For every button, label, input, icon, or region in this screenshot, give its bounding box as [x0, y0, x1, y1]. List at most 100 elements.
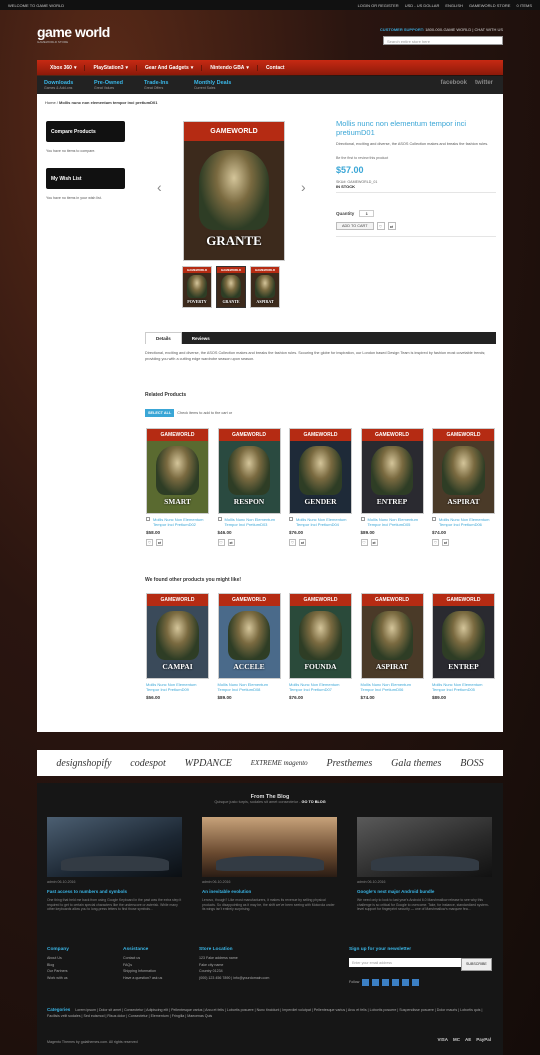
select-all-button[interactable]: SELECT ALL [145, 409, 175, 417]
sidebar: Compare Products You have no items to co… [46, 121, 125, 215]
wishlist-icon[interactable]: ♡ [360, 539, 368, 546]
chevron-down-icon: ▾ [190, 64, 194, 71]
compare-icon[interactable]: ⇄ [299, 539, 306, 546]
blog-post-image[interactable] [47, 817, 182, 877]
compare-icon[interactable]: ⇄ [370, 539, 378, 546]
brand-logo[interactable]: EXTREME magento [251, 759, 308, 767]
store-select[interactable]: GAMEWORLD STORE [469, 3, 511, 8]
facebook-link[interactable]: facebook [441, 80, 467, 86]
product-card[interactable]: GAMEWORLD GENDER Mollis Nunc Non Elementu… [289, 428, 352, 546]
nav-item-nintendo[interactable]: Nintendo GBA ▾ [202, 64, 258, 71]
logo[interactable]: game world GAMEWORLD STORE [37, 24, 110, 44]
product-card[interactable]: GAMEWORLD ASPIRAT Mollis Nunc Non Element… [360, 593, 424, 700]
breadcrumb-current: Mollis nunc non elementum tempor inci pr… [59, 100, 158, 105]
subnav-downloads[interactable]: Downloads Games & Add-ons [42, 80, 92, 90]
social-icon[interactable] [362, 978, 370, 986]
select-checkbox[interactable] [289, 517, 293, 521]
stock-status: IN STOCK [336, 184, 356, 189]
wishlist-icon[interactable]: ♡ [217, 539, 225, 546]
subnav-preowned[interactable]: Pre-Owned Great Values [92, 80, 142, 90]
select-checkbox[interactable] [360, 517, 365, 521]
product-thumbnails: GAMEWORLD POVERTY GAMEWORLD GRANTE GAMEWOR… [182, 266, 280, 308]
currency-select[interactable]: USD - US DOLLAR [405, 3, 440, 8]
quantity-input[interactable]: 1 [359, 210, 375, 217]
breadcrumb-home[interactable]: Home [45, 100, 56, 105]
language-select[interactable]: ENGLISH [445, 3, 463, 8]
login-link[interactable]: LOGIN OR REGISTER [358, 3, 399, 8]
tab-details[interactable]: Details [145, 332, 182, 344]
select-checkbox[interactable] [217, 517, 222, 521]
blog-post-title[interactable]: Fast access to numbers and symbols [47, 889, 182, 894]
chevron-down-icon: ▾ [246, 64, 249, 71]
category-links[interactable]: Lorem ipsum | Dolor sit amet | Consectet… [47, 1008, 482, 1018]
quantity-row: Quantity 1 [336, 210, 496, 217]
product-card[interactable]: GAMEWORLD SMART Mollis Nunc Non Elementum… [146, 428, 209, 546]
prev-image-arrow[interactable]: ‹ [157, 179, 162, 195]
blog-post-title[interactable]: An inevitable evolution [202, 889, 337, 894]
footer-link[interactable]: Have a question? ask us [123, 975, 162, 982]
review-link[interactable]: Be the first to review this product [336, 156, 496, 160]
product-card[interactable]: GAMEWORLD RESPON Mollis Nunc Non Elementu… [217, 428, 281, 546]
compare-title: Compare Products [46, 121, 125, 142]
subnav-tradeins[interactable]: Trade-Ins Great Offers [142, 80, 192, 90]
footer-link[interactable]: Work with us [47, 975, 69, 982]
subscribe-button[interactable]: SUBSCRIBE [461, 958, 492, 971]
paypal-icon: PayPal [476, 1037, 491, 1042]
subnav-monthly[interactable]: Monthly Deals Current Sales [192, 80, 242, 90]
brand-logo[interactable]: Presthemes [327, 758, 373, 769]
social-icon[interactable] [412, 978, 420, 986]
tab-reviews[interactable]: Reviews [182, 332, 220, 344]
blog-post-image[interactable] [202, 817, 337, 877]
cart-link[interactable]: 0 ITEMS [516, 3, 532, 8]
search-input[interactable]: Search entire store here [383, 36, 503, 45]
brand-logo[interactable]: designshopify [56, 758, 111, 769]
product-card[interactable]: GAMEWORLD ACCELE Mollis Nunc Non Elementu… [217, 593, 281, 700]
blog-post-image[interactable] [357, 817, 492, 877]
wishlist-icon[interactable]: ♡ [146, 539, 153, 546]
go-to-blog-link[interactable]: GO TO BLOG [301, 800, 325, 804]
blog-post-title[interactable]: Google's next major Android bundle [357, 889, 492, 894]
nav-item-playstation3[interactable]: PlayStation3 ▾ [85, 64, 138, 71]
add-to-cart-button[interactable]: ADD TO CART [336, 222, 374, 230]
wishlist-icon[interactable]: ♡ [432, 539, 439, 546]
product-card[interactable]: GAMEWORLD ENTREP Mollis Nunc Non Elementu… [432, 593, 495, 700]
upsell-grid: GAMEWORLD CAMPAI Mollis Nunc Non Elementu… [146, 593, 495, 700]
social-icon[interactable] [392, 978, 400, 986]
next-image-arrow[interactable]: › [301, 179, 306, 195]
nav-item-contact[interactable]: Contact [258, 65, 293, 71]
product-card[interactable]: GAMEWORLD FOUNDA Mollis Nunc Non Elementu… [289, 593, 352, 700]
social-icon[interactable] [402, 978, 410, 986]
compare-icon[interactable]: ⇄ [156, 539, 163, 546]
wishlist-text: You have no items in your wish list. [46, 196, 102, 200]
compare-icon[interactable]: ⇄ [227, 539, 235, 546]
wishlist-icon[interactable]: ♡ [376, 222, 385, 230]
compare-icon[interactable]: ⇄ [442, 539, 449, 546]
brand-logo[interactable]: WPDANCE [185, 758, 232, 769]
brand-logo[interactable]: Gala themes [391, 758, 441, 769]
footer-company: Company About Us Blog Our Partners Work … [47, 947, 69, 982]
nav-item-gear[interactable]: Gear And Gadgets ▾ [137, 64, 203, 71]
newsletter-email-input[interactable]: Enter your email address [349, 958, 461, 967]
thumbnail[interactable]: GAMEWORLD ASPIRAT [250, 266, 280, 308]
brand-logo[interactable]: BOSS [460, 758, 483, 769]
select-checkbox[interactable] [146, 517, 150, 521]
footer-link[interactable]: Our Partners [47, 968, 69, 975]
main-content: Home / Mollis nunc non elementum tempor … [37, 94, 503, 732]
compare-icon[interactable]: ⇄ [387, 222, 396, 230]
chevron-down-icon: ▾ [125, 64, 129, 71]
product-main-image[interactable]: GAMEWORLD GRANTE [183, 121, 285, 261]
social-icon[interactable] [372, 978, 380, 986]
wishlist-icon[interactable]: ♡ [289, 539, 296, 546]
select-checkbox[interactable] [432, 517, 436, 521]
product-card[interactable]: GAMEWORLD ASPIRAT Mollis Nunc Non Element… [432, 428, 495, 546]
visa-icon: VISA [437, 1037, 448, 1042]
product-card[interactable]: GAMEWORLD CAMPAI Mollis Nunc Non Elementu… [146, 593, 209, 700]
brand-logo[interactable]: codespot [130, 758, 166, 769]
product-tabs: Details Reviews [145, 332, 496, 344]
twitter-link[interactable]: twitter [475, 80, 493, 86]
social-icon[interactable] [382, 978, 390, 986]
thumbnail[interactable]: GAMEWORLD GRANTE [216, 266, 246, 308]
product-card[interactable]: GAMEWORLD ENTREP Mollis Nunc Non Elementu… [360, 428, 424, 546]
thumbnail[interactable]: GAMEWORLD POVERTY [182, 266, 212, 308]
nav-item-xbox360[interactable]: Xbox 360 ▾ [42, 64, 86, 71]
